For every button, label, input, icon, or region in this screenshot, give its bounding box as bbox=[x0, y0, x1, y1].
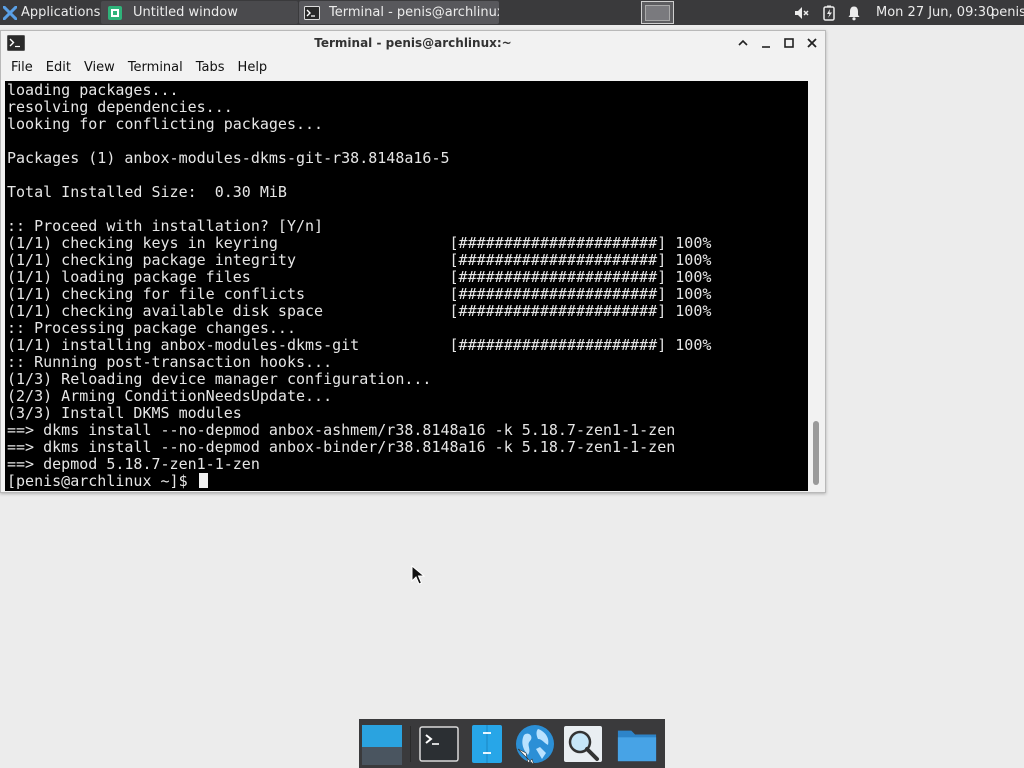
dock-file-manager[interactable] bbox=[466, 723, 508, 765]
menu-terminal[interactable]: Terminal bbox=[122, 56, 190, 80]
terminal-line: :: Proceed with installation? [Y/n] bbox=[7, 217, 324, 235]
terminal-line: :: Processing package changes... bbox=[7, 319, 296, 337]
scrollbar-thumb[interactable] bbox=[813, 421, 819, 485]
taskbar-item-label: Untitled window bbox=[133, 5, 238, 20]
menu-help[interactable]: Help bbox=[232, 56, 275, 80]
terminal-window: Terminal - penis@archlinux:~ File Edit V… bbox=[0, 30, 826, 493]
terminal-line: (2/3) Arming ConditionNeedsUpdate... bbox=[7, 387, 333, 405]
app-finder-icon bbox=[564, 726, 602, 762]
menu-view[interactable]: View bbox=[78, 56, 122, 80]
taskbar-item-terminal[interactable]: Terminal - penis@archlinux:~ bbox=[299, 1, 499, 24]
taskbar-item-untitled-window[interactable]: Untitled window bbox=[101, 1, 298, 24]
dock-home-folder[interactable] bbox=[616, 723, 658, 765]
close-icon bbox=[807, 38, 817, 48]
terminal-line: Packages (1) anbox-modules-dkms-git-r38.… bbox=[7, 149, 450, 167]
terminal-line: ==> dkms install --no-depmod anbox-binde… bbox=[7, 438, 676, 456]
xfce-logo-icon bbox=[3, 5, 17, 20]
top-panel: Applications ⋮ Untitled window Terminal … bbox=[0, 0, 1024, 25]
dock-web-browser[interactable] bbox=[514, 723, 556, 765]
terminal-line: looking for conflicting packages... bbox=[7, 115, 324, 133]
text-cursor bbox=[198, 473, 208, 488]
terminal-line: loading packages... bbox=[7, 81, 179, 99]
maximize-icon bbox=[784, 38, 794, 48]
dock-terminal[interactable] bbox=[418, 723, 460, 765]
terminal-prompt: [penis@archlinux ~]$ bbox=[7, 472, 197, 490]
dock-show-desktop[interactable] bbox=[360, 723, 402, 765]
bottom-dock bbox=[359, 719, 665, 768]
terminal-line: (1/1) checking package integrity [######… bbox=[7, 251, 712, 269]
speaker-muted-icon[interactable] bbox=[793, 5, 809, 21]
panel-user-menu[interactable]: penis bbox=[991, 0, 1024, 25]
terminal-line: (1/3) Reloading device manager configura… bbox=[7, 370, 432, 388]
window-titlebar[interactable]: Terminal - penis@archlinux:~ bbox=[1, 31, 825, 56]
terminal-line: (1/1) loading package files [###########… bbox=[7, 268, 712, 286]
terminal-line: (1/1) checking for file conflicts [#####… bbox=[7, 285, 712, 303]
notifications-bell-icon[interactable] bbox=[846, 5, 862, 21]
terminal-line: (1/1) checking keys in keyring [########… bbox=[7, 234, 712, 252]
terminal-line: (1/1) checking available disk space [###… bbox=[7, 302, 712, 320]
terminal-line: (3/3) Install DKMS modules bbox=[7, 404, 242, 422]
menu-tabs[interactable]: Tabs bbox=[190, 56, 232, 80]
mouse-pointer-icon bbox=[411, 565, 425, 585]
shade-button[interactable] bbox=[734, 34, 752, 52]
window-title: Terminal - penis@archlinux:~ bbox=[314, 36, 512, 50]
minimize-icon bbox=[762, 46, 770, 48]
dock-app-finder[interactable] bbox=[562, 723, 604, 765]
show-desktop-icon bbox=[362, 725, 402, 765]
terminal-prompt-line[interactable]: [penis@archlinux ~]$ bbox=[7, 473, 711, 490]
home-folder-icon bbox=[617, 730, 657, 762]
terminal-scrollbar[interactable] bbox=[808, 81, 824, 491]
chevron-up-icon bbox=[738, 39, 748, 46]
terminal-output[interactable]: loading packages... resolving dependencie… bbox=[5, 81, 808, 491]
maximize-button[interactable] bbox=[780, 34, 798, 52]
terminal-line: Total Installed Size: 0.30 MiB bbox=[7, 183, 287, 201]
workspace-switcher[interactable] bbox=[641, 1, 674, 24]
terminal-icon bbox=[304, 5, 320, 20]
minimize-button[interactable] bbox=[757, 34, 775, 52]
taskbar-item-label: Terminal - penis@archlinux:~ bbox=[329, 5, 499, 20]
close-button[interactable] bbox=[803, 34, 821, 52]
terminal-line: (1/1) installing anbox-modules-dkms-git … bbox=[7, 336, 712, 354]
mousepad-icon bbox=[108, 5, 122, 20]
dock-separator bbox=[410, 726, 411, 762]
menu-edit[interactable]: Edit bbox=[40, 56, 78, 80]
terminal-line: :: Running post-transaction hooks... bbox=[7, 353, 333, 371]
web-browser-icon bbox=[516, 725, 554, 765]
file-manager-icon bbox=[472, 725, 502, 763]
workspace-window-preview bbox=[645, 5, 670, 21]
window-menubar: File Edit View Terminal Tabs Help bbox=[1, 56, 825, 80]
panel-clock[interactable]: Mon 27 Jun, 09:30 bbox=[876, 0, 994, 25]
battery-icon[interactable] bbox=[821, 5, 837, 21]
terminal-icon bbox=[419, 726, 459, 762]
menu-file[interactable]: File bbox=[1, 56, 40, 80]
terminal-line: ==> dkms install --no-depmod anbox-ashme… bbox=[7, 421, 676, 439]
terminal-line: ==> depmod 5.18.7-zen1-1-zen bbox=[7, 455, 260, 473]
applications-menu-label: Applications bbox=[21, 5, 101, 20]
terminal-line: resolving dependencies... bbox=[7, 98, 233, 116]
